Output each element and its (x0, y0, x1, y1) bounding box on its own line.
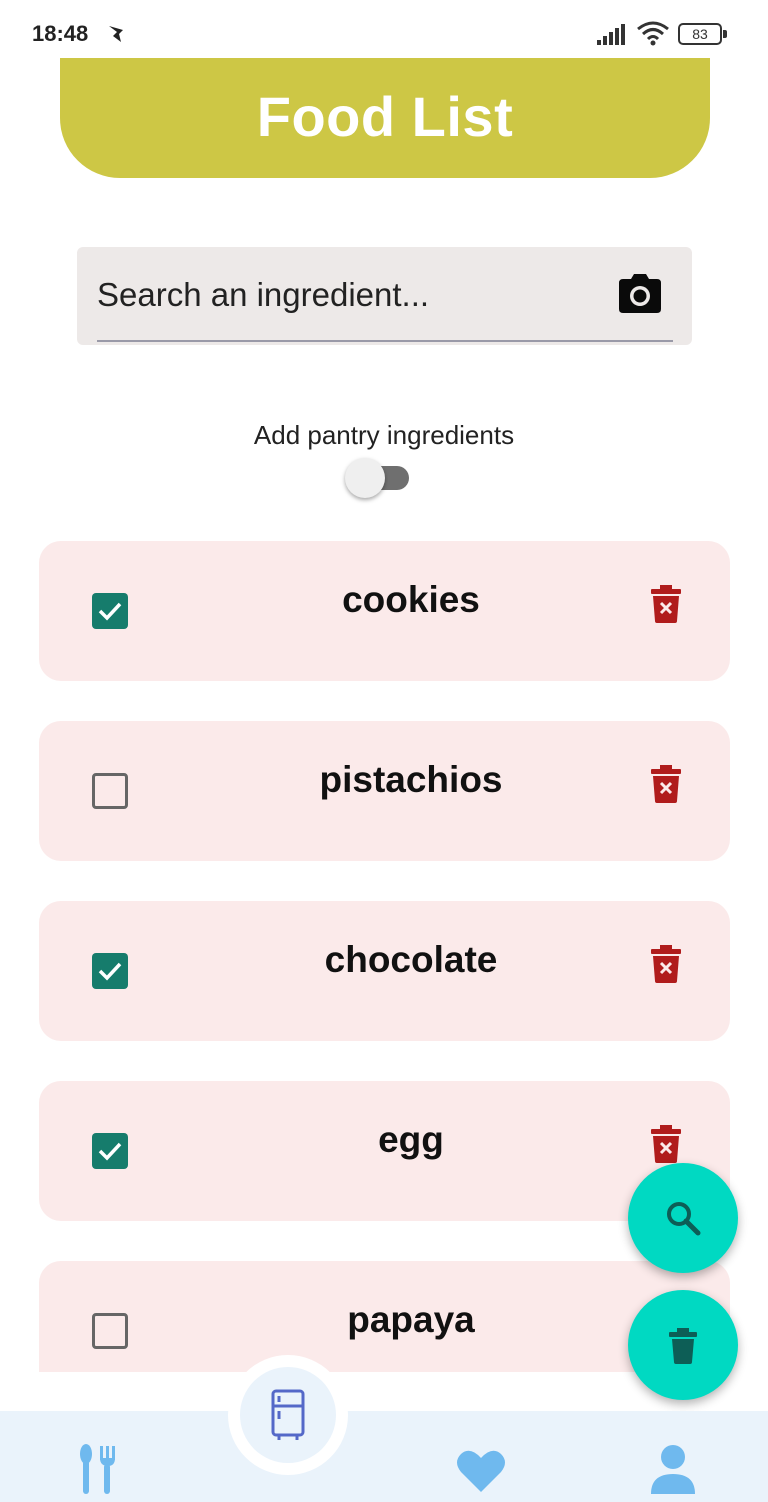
delete-all-fab[interactable] (628, 1290, 738, 1400)
food-list: cookies pistachios chocolate egg papaya (39, 541, 730, 1372)
camera-icon[interactable] (617, 273, 663, 315)
list-item: papaya (39, 1261, 730, 1372)
check-icon (98, 602, 122, 621)
item-name: cookies (342, 579, 480, 620)
fridge-icon (271, 1389, 305, 1440)
wifi-icon (637, 21, 669, 46)
battery-icon: 83 (678, 23, 728, 45)
page-title: Food List (256, 85, 514, 148)
item-checkbox[interactable] (92, 953, 128, 989)
user-icon[interactable] (650, 1444, 696, 1496)
delete-icon[interactable] (651, 945, 681, 983)
check-icon (98, 962, 122, 981)
list-item: chocolate (39, 901, 730, 1041)
heart-icon[interactable] (456, 1448, 506, 1494)
item-checkbox[interactable] (92, 593, 128, 629)
search-fab[interactable] (628, 1163, 738, 1273)
battery-tip (723, 30, 727, 38)
item-name: papaya (347, 1299, 475, 1340)
item-checkbox[interactable] (92, 1313, 128, 1349)
pantry-label: Add pantry ingredients (253, 420, 515, 450)
list-item: cookies (39, 541, 730, 681)
notification-icon (109, 26, 123, 42)
delete-icon[interactable] (651, 585, 681, 623)
signal-icon (597, 24, 625, 45)
item-name: pistachios (319, 759, 503, 800)
item-checkbox[interactable] (92, 1133, 128, 1169)
status-bar: 18:48 83 (0, 0, 768, 62)
nav-item-fridge[interactable] (240, 1367, 336, 1463)
search-icon (667, 1202, 701, 1236)
toggle-thumb (345, 458, 385, 498)
battery-level: 83 (678, 23, 722, 45)
search-input[interactable] (97, 247, 597, 342)
check-icon (98, 1142, 122, 1161)
pantry-toggle[interactable] (345, 458, 409, 498)
fork-knife-icon[interactable] (78, 1444, 116, 1496)
list-item: pistachios (39, 721, 730, 861)
item-name: chocolate (324, 939, 498, 980)
status-time: 18:48 (32, 21, 89, 46)
item-name: egg (378, 1119, 444, 1160)
header-banner: Food List (60, 58, 710, 178)
search-underline (97, 340, 673, 342)
delete-icon[interactable] (651, 1125, 681, 1163)
delete-icon[interactable] (651, 765, 681, 803)
item-checkbox[interactable] (92, 773, 128, 809)
list-item: egg (39, 1081, 730, 1221)
trash-icon (669, 1328, 697, 1364)
search-field[interactable] (77, 247, 692, 345)
